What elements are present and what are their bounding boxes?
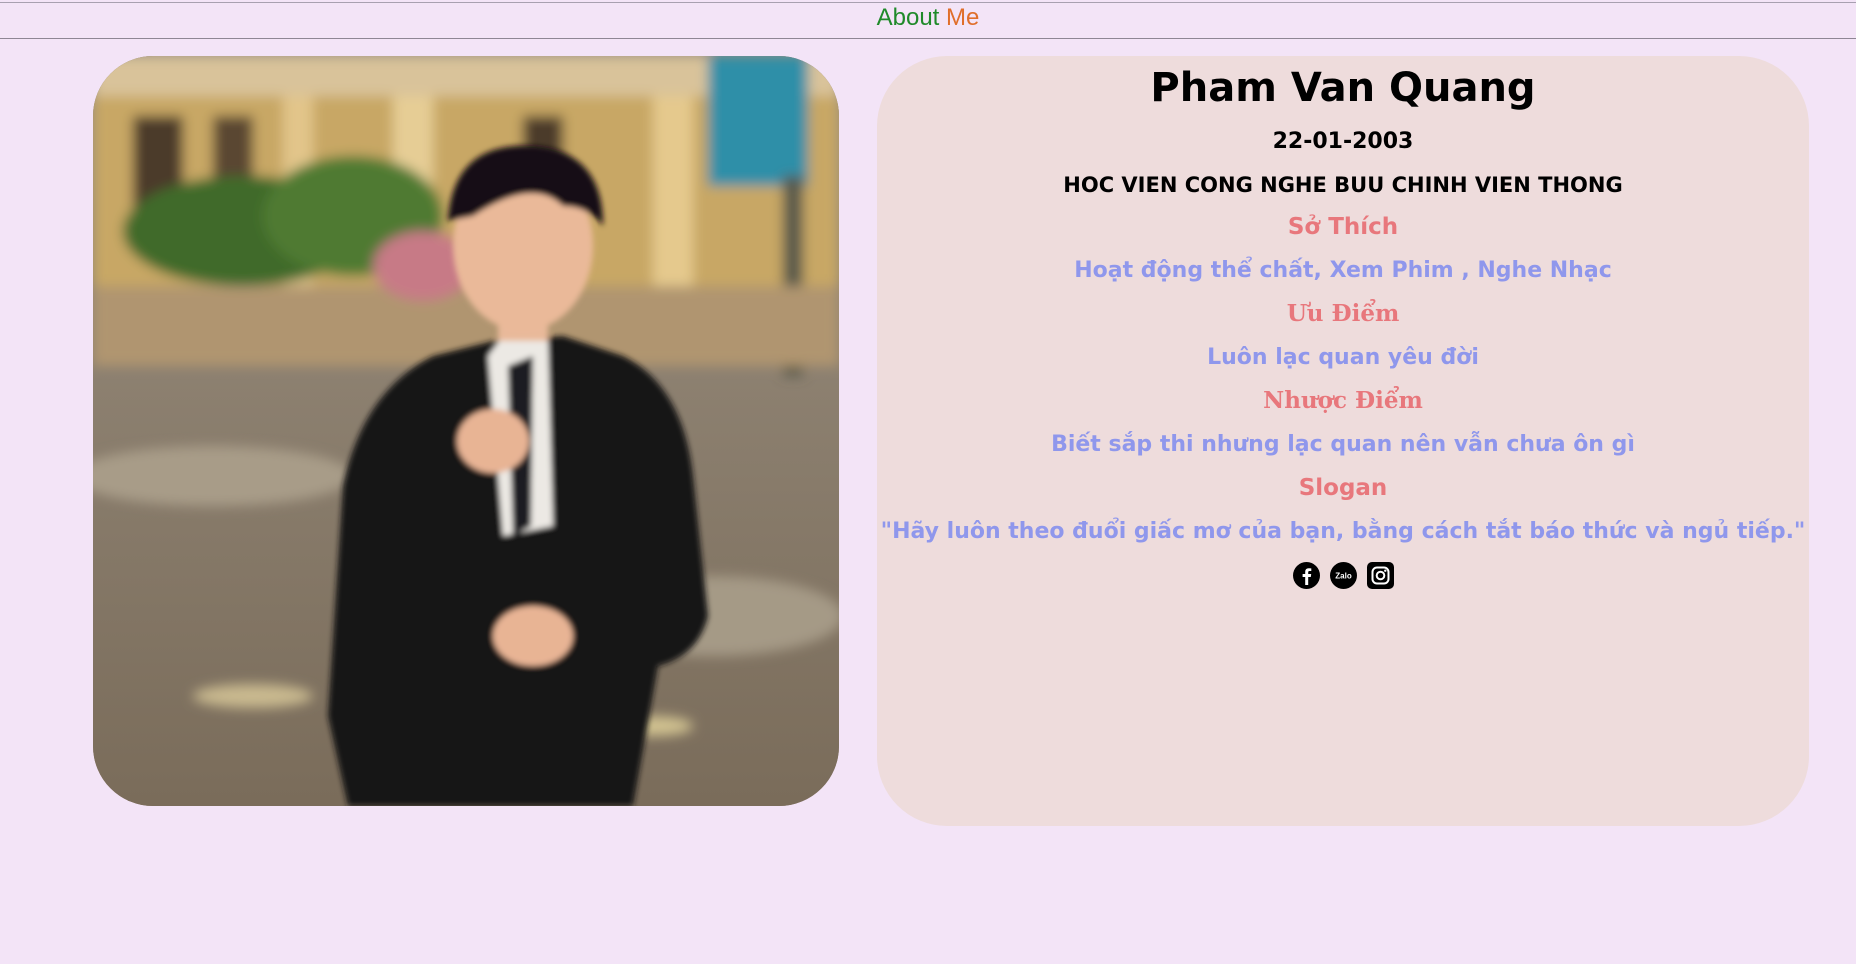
profile-school: HOC VIEN CONG NGHE BUU CHINH VIEN THONG	[1063, 173, 1623, 197]
profile-photo	[93, 56, 839, 806]
profile-name: Pham Van Quang	[1150, 65, 1536, 111]
section-title-hobbies: Sở Thích	[1287, 214, 1399, 240]
page-title-me: Me	[946, 4, 980, 31]
section-title-strengths: Ưu Điểm	[1286, 300, 1400, 327]
section-title-slogan: Slogan	[1298, 475, 1388, 501]
page-title: About Me	[0, 3, 1856, 33]
section-text-strengths: Luôn lạc quan yêu đời	[1207, 345, 1479, 370]
instagram-icon[interactable]	[1366, 561, 1395, 590]
zalo-icon[interactable]: Zalo	[1329, 561, 1358, 590]
section-title-weaknesses: Nhược Điểm	[1263, 387, 1423, 414]
page-title-about: About	[876, 4, 940, 31]
profile-dob: 22-01-2003	[1272, 129, 1414, 154]
facebook-icon[interactable]	[1292, 561, 1321, 590]
section-text-weaknesses: Biết sắp thi nhưng lạc quan nên vẫn chưa…	[1051, 432, 1635, 457]
zalo-icon-label: Zalo	[1335, 572, 1352, 581]
section-text-hobbies: Hoạt động thể chất, Xem Phim , Nghe Nhạc	[1074, 258, 1612, 283]
profile-info-card: Pham Van Quang 22-01-2003 HOC VIEN CONG …	[877, 56, 1809, 826]
social-links: Zalo	[877, 561, 1809, 590]
header-bar: About Me	[0, 2, 1856, 39]
section-text-slogan: "Hãy luôn theo đuổi giấc mơ của bạn, bằn…	[880, 519, 1806, 544]
